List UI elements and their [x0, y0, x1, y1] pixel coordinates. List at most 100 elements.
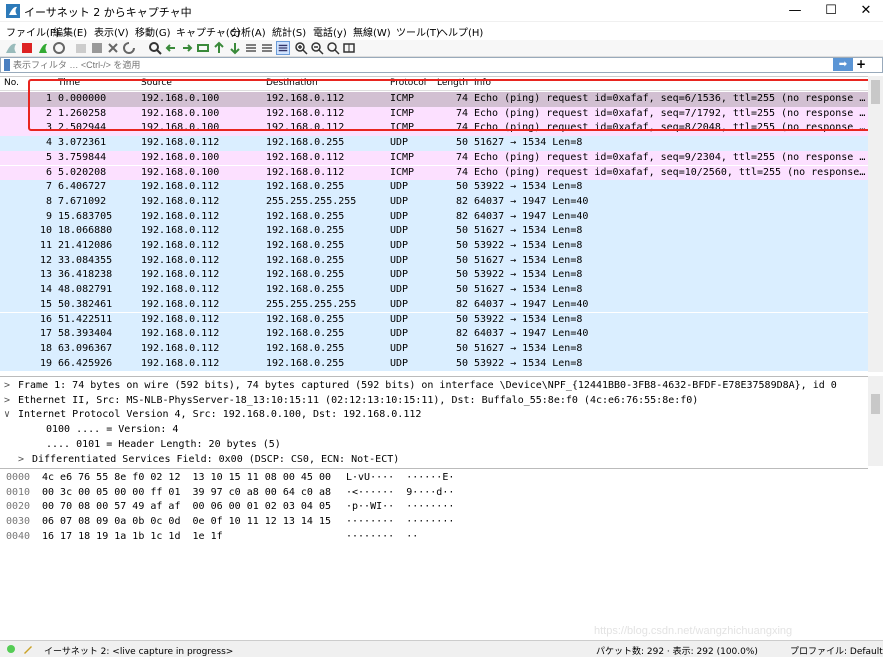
packet-list-scrollbar[interactable] [868, 76, 883, 372]
detail-tree-item[interactable]: ∨ Internet Protocol Version 4, Src: 192.1… [4, 408, 421, 423]
stop-capture-icon[interactable] [20, 41, 34, 55]
ascii-bytes: ·p··WI·· ········ [346, 501, 455, 513]
menu-wireless[interactable]: 無線(W) [353, 24, 391, 39]
status-indicator-icon[interactable] [6, 644, 16, 654]
cell-length: 82 [455, 195, 468, 207]
tree-expander-icon[interactable]: > [4, 379, 18, 394]
go-forward-icon[interactable] [180, 41, 194, 55]
cell-no: 5 [45, 151, 52, 163]
cell-no: 15 [39, 298, 52, 310]
zoom-in-icon[interactable] [294, 41, 308, 55]
menu-statistics[interactable]: 統計(S) [272, 24, 306, 39]
colorize-icon[interactable] [260, 41, 274, 55]
packet-count-text: パケット数: 292 · 表示: 292 (100.0%) [596, 647, 758, 657]
menu-telephony[interactable]: 電話(y) [313, 24, 347, 39]
detail-tree-item[interactable]: > Differentiated Services Field: 0x00 (DS… [18, 453, 399, 468]
resize-columns-icon[interactable] [342, 41, 356, 55]
cell-source: 192.168.0.100 [141, 151, 220, 163]
packet-row[interactable]: 13 36.418238 192.168.0.112 192.168.0.255 UDP… [0, 268, 868, 284]
edit-comment-icon[interactable] [22, 643, 34, 655]
cell-protocol: UDP [390, 298, 409, 310]
close-button[interactable]: ✕ [849, 0, 883, 22]
column-header-length[interactable]: Length [437, 78, 468, 88]
details-scrollbar[interactable] [868, 376, 883, 466]
menu-tools[interactable]: ツール(T) [396, 24, 440, 39]
cell-protocol: ICMP [390, 122, 415, 134]
save-file-icon[interactable] [90, 41, 104, 55]
maximize-button[interactable]: ☐ [814, 0, 848, 22]
detail-tree-item[interactable]: > Ethernet II, Src: MS-NLB-PhysServer-18_… [4, 394, 698, 409]
menu-view[interactable]: 表示(V) [94, 24, 129, 39]
cell-destination: 192.168.0.255 [266, 342, 345, 354]
normal-size-icon[interactable] [326, 41, 340, 55]
packet-row[interactable]: 1 0.000000 192.168.0.100 192.168.0.112 ICMP 7… [0, 92, 868, 107]
menu-edit[interactable]: 編集(E) [53, 24, 87, 39]
packet-row[interactable]: 7 6.406727 192.168.0.112 192.168.0.255 UDP 50… [0, 180, 868, 195]
packet-row[interactable]: 8 7.671092 192.168.0.112 255.255.255.255 UDP… [0, 194, 868, 210]
last-packet-icon[interactable] [228, 41, 242, 55]
column-header-time[interactable]: Time [58, 78, 80, 88]
reload-icon[interactable] [122, 41, 136, 55]
packet-row[interactable]: 10 18.066880 192.168.0.112 192.168.0.255 UDP… [0, 224, 868, 239]
cell-protocol: UDP [390, 210, 409, 222]
packet-row[interactable]: 11 21.412086 192.168.0.112 192.168.0.255 UDP… [0, 239, 868, 254]
cell-length: 50 [455, 357, 468, 369]
capture-options-icon[interactable] [52, 41, 66, 55]
menu-go[interactable]: 移動(G) [135, 24, 171, 39]
packet-row[interactable]: 9 15.683705 192.168.0.112 192.168.0.255 UDP 8… [0, 209, 868, 225]
cell-length: 50 [455, 269, 468, 281]
close-file-icon[interactable] [106, 41, 120, 55]
tree-expander-icon[interactable]: ∨ [4, 408, 18, 423]
packet-row[interactable]: 3 2.502944 192.168.0.100 192.168.0.112 ICMP 7… [0, 121, 868, 137]
restart-capture-icon[interactable] [36, 41, 50, 55]
packet-row[interactable]: 17 58.393404 192.168.0.112 192.168.0.255 UDP… [0, 327, 868, 342]
zoom-out-icon[interactable] [310, 41, 324, 55]
scrollbar-thumb[interactable] [871, 80, 880, 104]
tree-expander-icon[interactable]: > [4, 394, 18, 409]
packet-row[interactable]: 15 50.382461 192.168.0.112 255.255.255.255 U… [0, 297, 868, 313]
packet-row[interactable]: 18 63.096367 192.168.0.112 192.168.0.255 UDP… [0, 341, 868, 357]
apply-filter-arrow-icon[interactable]: ➡ [833, 58, 853, 71]
details-scrollbar-thumb[interactable] [871, 394, 880, 414]
shark-fin-icon[interactable] [4, 41, 18, 55]
profile-text[interactable]: プロファイル: Default [790, 644, 883, 657]
tree-expander-icon[interactable]: > [18, 453, 32, 468]
menu-analyze[interactable]: 分析(A) [231, 24, 266, 39]
cell-protocol: UDP [390, 254, 409, 266]
go-to-packet-icon[interactable] [196, 41, 210, 55]
column-header-destination[interactable]: Destination [266, 78, 318, 88]
packet-row[interactable]: 2 1.260258 192.168.0.100 192.168.0.112 ICMP 7… [0, 106, 868, 122]
first-packet-icon[interactable] [212, 41, 226, 55]
add-filter-button[interactable]: + [856, 57, 868, 71]
autoscroll-icon[interactable] [244, 41, 258, 55]
packet-row[interactable]: 5 3.759844 192.168.0.100 192.168.0.112 ICMP 7… [0, 150, 868, 166]
bookmark-icon[interactable] [3, 59, 11, 71]
packet-row[interactable]: 14 48.082791 192.168.0.112 192.168.0.255 UDP… [0, 283, 868, 298]
detail-tree-item[interactable]: .... 0101 = Header Length: 20 bytes (5) [32, 438, 281, 453]
capture-status-text: イーサネット 2: <live capture in progress> [44, 647, 234, 657]
find-packet-icon[interactable] [148, 41, 162, 55]
go-back-icon[interactable] [164, 41, 178, 55]
column-header-source[interactable]: Source [141, 78, 172, 88]
packet-row[interactable]: 19 66.425926 192.168.0.112 192.168.0.255 UDP… [0, 356, 868, 372]
display-filter-input[interactable] [13, 58, 813, 72]
cell-info: 51627 → 1534 Len=8 [474, 342, 583, 354]
packet-row[interactable]: 6 5.020208 192.168.0.100 192.168.0.112 ICMP 7… [0, 165, 868, 181]
column-header-info[interactable]: Info [474, 78, 491, 88]
menu-file[interactable]: ファイル(F) [6, 24, 60, 39]
detail-tree-item[interactable]: 0100 .... = Version: 4 [32, 423, 178, 438]
colorize-packet-list-icon[interactable] [276, 41, 290, 55]
cell-info: 51627 → 1534 Len=8 [474, 225, 583, 237]
packet-row[interactable]: 12 33.084355 192.168.0.112 192.168.0.255 UDP… [0, 253, 868, 269]
open-file-icon[interactable] [74, 41, 88, 55]
menu-help[interactable]: ヘルプ(H) [438, 24, 483, 39]
column-header-no[interactable]: No. [4, 78, 19, 88]
cell-destination: 192.168.0.255 [266, 254, 345, 266]
packet-row[interactable]: 16 51.422511 192.168.0.112 192.168.0.255 UDP… [0, 312, 868, 328]
detail-tree-item[interactable]: > Frame 1: 74 bytes on wire (592 bits), 7… [4, 379, 837, 394]
hex-bytes: 06 07 08 09 0a 0b 0c 0d 0e 0f 10 11 12 1… [42, 516, 331, 528]
minimize-button[interactable]: — [778, 0, 812, 22]
packet-row[interactable]: 4 3.072361 192.168.0.112 192.168.0.255 UDP 50… [0, 136, 868, 151]
column-header-protocol[interactable]: Protocol [390, 78, 426, 88]
cell-length: 50 [455, 225, 468, 237]
